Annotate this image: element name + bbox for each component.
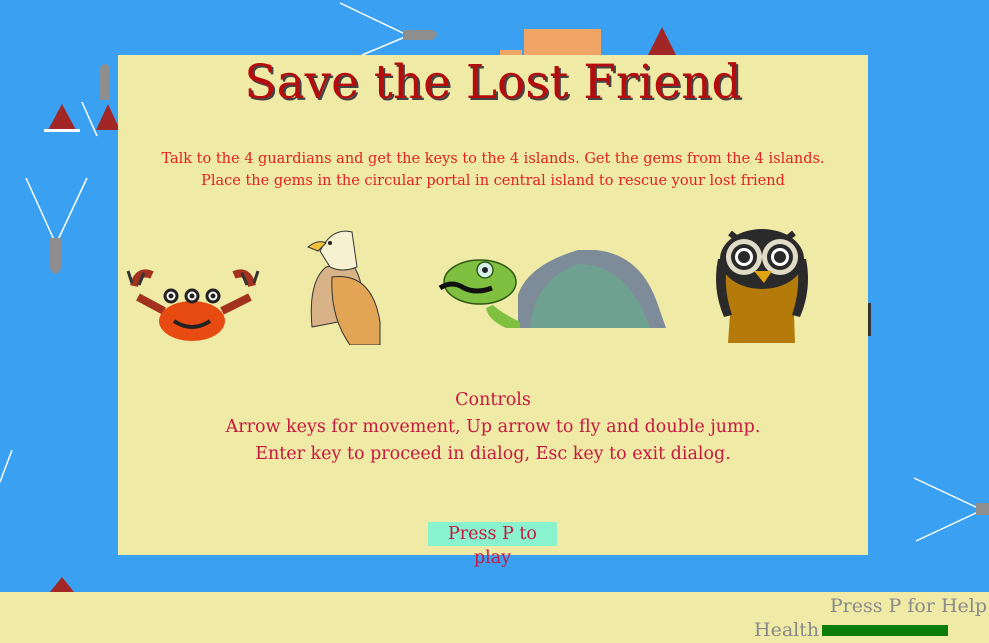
play-button[interactable]: Press P to play bbox=[428, 522, 557, 568]
health-label: Health bbox=[754, 619, 820, 641]
island-block bbox=[524, 29, 601, 56]
buoy-icon bbox=[50, 577, 74, 592]
controls-line: Arrow keys for movement, Up arrow to fly… bbox=[225, 417, 761, 437]
controls-heading: Controls bbox=[455, 390, 531, 410]
controls-section: Controls Arrow keys for movement, Up arr… bbox=[118, 387, 868, 468]
flying-bird-icon bbox=[0, 101, 98, 483]
intro-dialog: Save the Lost Friend Talk to the 4 guard… bbox=[118, 55, 868, 568]
health-bar-fill bbox=[822, 624, 949, 636]
bird-body-icon bbox=[50, 238, 61, 274]
crab-icon bbox=[126, 269, 260, 341]
flying-bird-icon bbox=[25, 177, 88, 243]
flying-bird-icon bbox=[913, 477, 979, 542]
instruction-line: Place the gems in the circular portal in… bbox=[201, 173, 785, 189]
bird-body-icon bbox=[976, 503, 989, 515]
turtle-icon bbox=[438, 250, 666, 328]
instructions: Talk to the 4 guardians and get the keys… bbox=[118, 148, 868, 192]
buoy-icon bbox=[648, 27, 676, 55]
instruction-line: Talk to the 4 guardians and get the keys… bbox=[161, 151, 825, 167]
bird-body-icon bbox=[100, 64, 110, 100]
buoy-icon bbox=[44, 104, 80, 132]
owl-icon bbox=[716, 229, 808, 343]
bird-body-icon bbox=[403, 30, 437, 40]
buoy-icon bbox=[96, 104, 120, 130]
game-title: Save the Lost Friend bbox=[244, 55, 742, 110]
controls-line: Enter key to proceed in dialog, Esc key … bbox=[255, 444, 731, 464]
help-hint: Press P for Help bbox=[829, 595, 987, 617]
hud-bar: Press P for Help Health bbox=[0, 592, 989, 643]
health-bar bbox=[822, 624, 949, 636]
flying-bird-icon bbox=[339, 2, 406, 56]
health-indicator: Health bbox=[754, 619, 949, 641]
eagle-icon bbox=[307, 230, 381, 345]
